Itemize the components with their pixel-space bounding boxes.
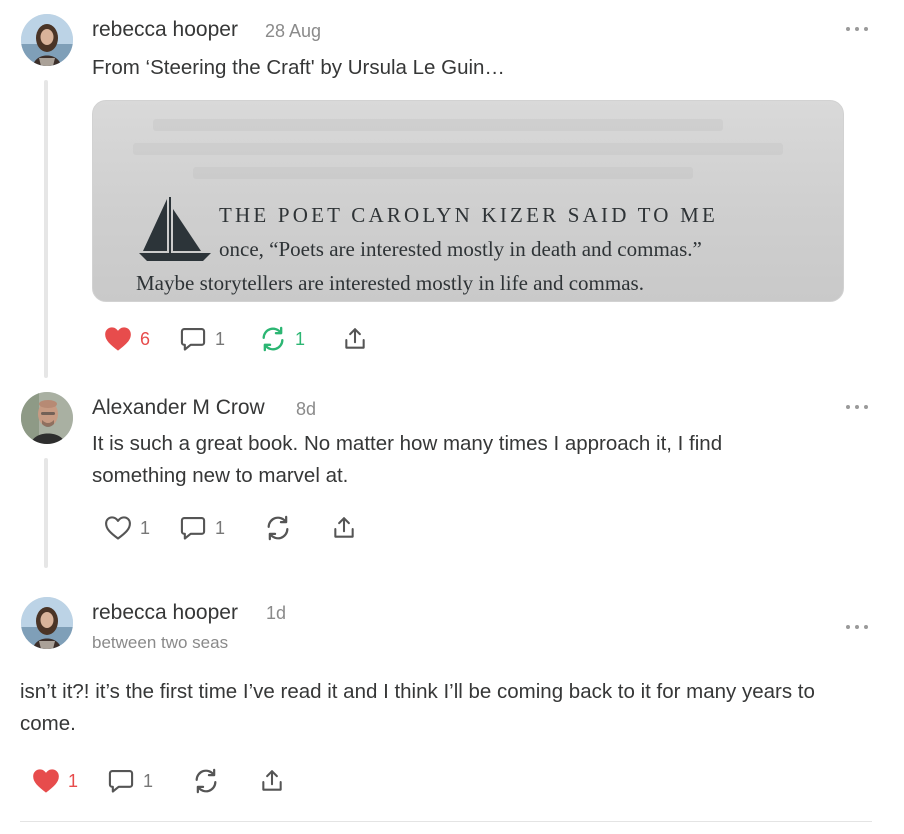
author-subtitle: between two seas — [92, 633, 229, 652]
restack-button[interactable]: 1 — [259, 324, 305, 354]
post-text: From ‘Steering the Craft' by Ursula Le G… — [92, 56, 505, 79]
avatar[interactable] — [21, 14, 73, 66]
post-time[interactable]: 28 Aug — [265, 21, 321, 42]
share-icon — [345, 328, 365, 349]
like-button[interactable]: 1 — [32, 766, 78, 796]
share-icon — [334, 517, 354, 538]
post-time[interactable]: 8d — [296, 399, 316, 420]
comment-button[interactable]: 1 — [107, 766, 153, 796]
quote-line-2: once, “Poets are interested mostly in de… — [219, 237, 702, 261]
comment-icon — [180, 517, 206, 540]
thread-line — [44, 80, 48, 378]
restack-icon — [195, 768, 217, 794]
restack-button[interactable] — [192, 766, 220, 796]
comment-icon — [180, 328, 206, 351]
share-button[interactable] — [331, 513, 357, 543]
comment-icon — [108, 770, 134, 793]
heart-icon — [105, 516, 131, 540]
avatar[interactable] — [21, 392, 73, 444]
comment-button[interactable]: 1 — [179, 324, 225, 354]
restack-count: 1 — [295, 328, 306, 349]
quote-line-1: THE POET CAROLYN KIZER SAID TO ME — [219, 203, 719, 227]
post-text: isn’t it?! it’s the first time I’ve read… — [20, 680, 815, 735]
restack-icon — [262, 326, 284, 352]
post-time[interactable]: 1d — [266, 603, 286, 624]
restack-button[interactable] — [264, 513, 292, 543]
quote-line-3: Maybe storytellers are interested mostly… — [136, 271, 644, 295]
comment-count: 1 — [215, 328, 226, 349]
thread-line — [44, 458, 48, 568]
author-name[interactable]: rebecca hooper — [92, 601, 238, 625]
more-icon[interactable] — [846, 622, 868, 632]
like-count: 1 — [140, 517, 151, 538]
share-button[interactable] — [259, 766, 285, 796]
quote-image[interactable]: THE POET CAROLYN KIZER SAID TO ME once, … — [92, 100, 844, 302]
comment-count: 1 — [215, 517, 226, 538]
author-name[interactable]: Alexander M Crow — [92, 396, 265, 420]
heart-icon — [105, 327, 131, 351]
sailboat-icon — [139, 197, 211, 261]
heart-icon — [33, 769, 59, 793]
like-count: 6 — [140, 328, 151, 349]
share-icon — [262, 770, 282, 791]
avatar[interactable] — [21, 597, 73, 649]
share-button[interactable] — [342, 324, 368, 354]
more-icon[interactable] — [846, 24, 868, 34]
like-button[interactable]: 1 — [104, 513, 150, 543]
comment-button[interactable]: 1 — [179, 513, 225, 543]
like-count: 1 — [68, 770, 79, 791]
divider — [20, 821, 872, 822]
restack-icon — [267, 515, 289, 541]
like-button[interactable]: 6 — [104, 324, 150, 354]
more-icon[interactable] — [846, 402, 868, 412]
comment-count: 1 — [143, 770, 154, 791]
author-name[interactable]: rebecca hooper — [92, 18, 238, 42]
post-text: It is such a great book. No matter how m… — [92, 432, 723, 487]
